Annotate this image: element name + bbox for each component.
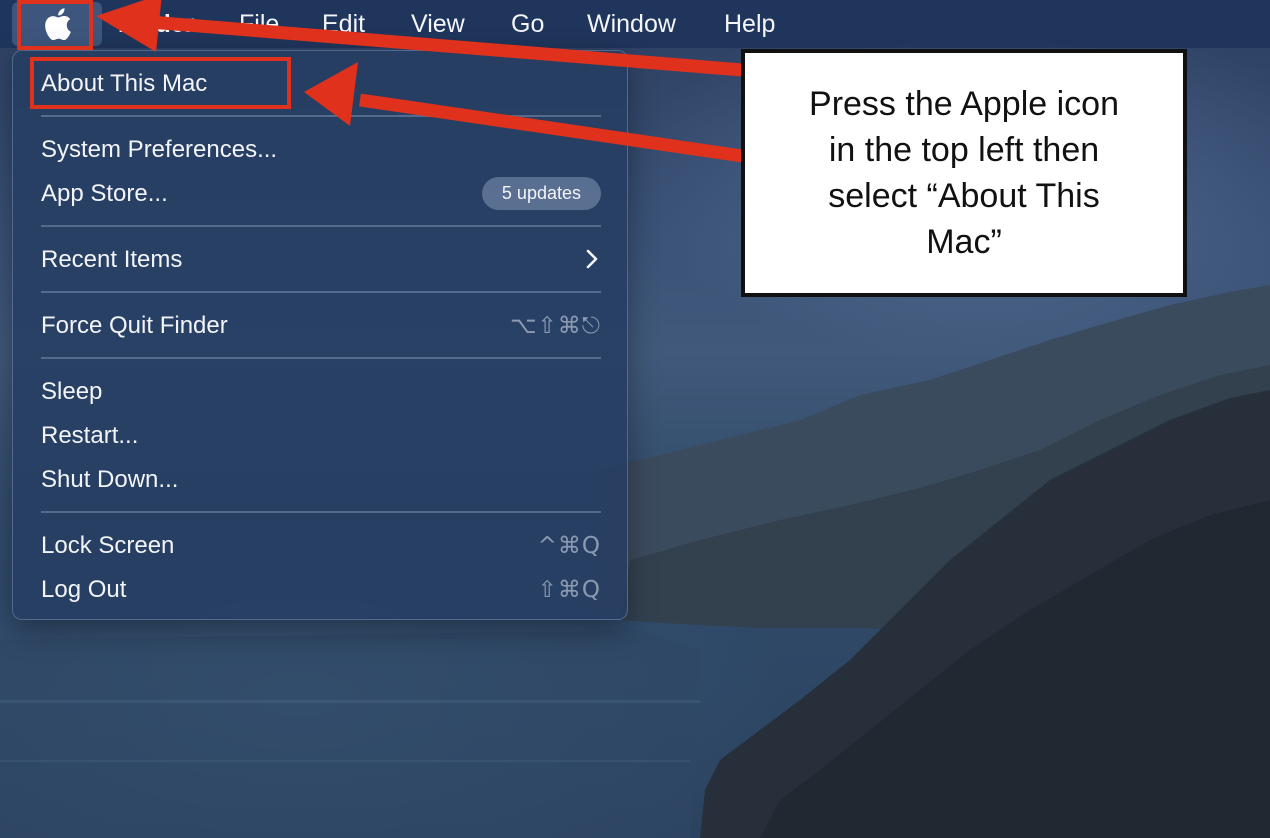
menu-view[interactable]: View [411,9,465,39]
menu-window[interactable]: Window [587,9,676,39]
force-quit-shortcut: ⌥⇧⌘⎋ [510,313,601,339]
instruction-callout-text: Press the Apple icon in the top left the… [809,85,1119,261]
app-store-updates-badge: 5 updates [481,177,601,210]
menu-separator [41,357,601,359]
menu-separator [41,291,601,293]
menu-separator [41,225,601,227]
menu-item-app-store[interactable]: App Store... [41,179,168,209]
menu-item-shut-down[interactable]: Shut Down... [41,465,178,495]
menu-finder[interactable]: Finder [118,9,194,39]
menu-item-restart[interactable]: Restart... [41,421,138,451]
apple-icon-highlight [17,0,93,50]
lock-screen-shortcut: ^⌘Q [537,533,601,559]
menu-go[interactable]: Go [511,9,544,39]
menu-help[interactable]: Help [724,9,775,39]
menu-item-sleep[interactable]: Sleep [41,377,102,407]
menu-separator [41,511,601,513]
menu-item-lock-screen[interactable]: Lock Screen [41,531,174,561]
menu-edit[interactable]: Edit [322,9,365,39]
apple-dropdown-menu: About This Mac System Preferences... App… [12,50,628,620]
chevron-right-icon [586,249,598,269]
menu-bar: Finder File Edit View Go Window Help [0,0,1270,48]
menu-item-recent-items[interactable]: Recent Items [41,245,182,275]
about-this-mac-highlight [30,57,291,109]
menu-file[interactable]: File [239,9,279,39]
menu-item-force-quit[interactable]: Force Quit Finder [41,311,228,341]
menu-item-system-preferences[interactable]: System Preferences... [41,135,277,165]
menu-item-log-out[interactable]: Log Out [41,575,126,605]
instruction-callout: Press the Apple icon in the top left the… [741,49,1187,297]
menu-separator [41,115,601,117]
log-out-shortcut: ⇧⌘Q [537,577,601,603]
